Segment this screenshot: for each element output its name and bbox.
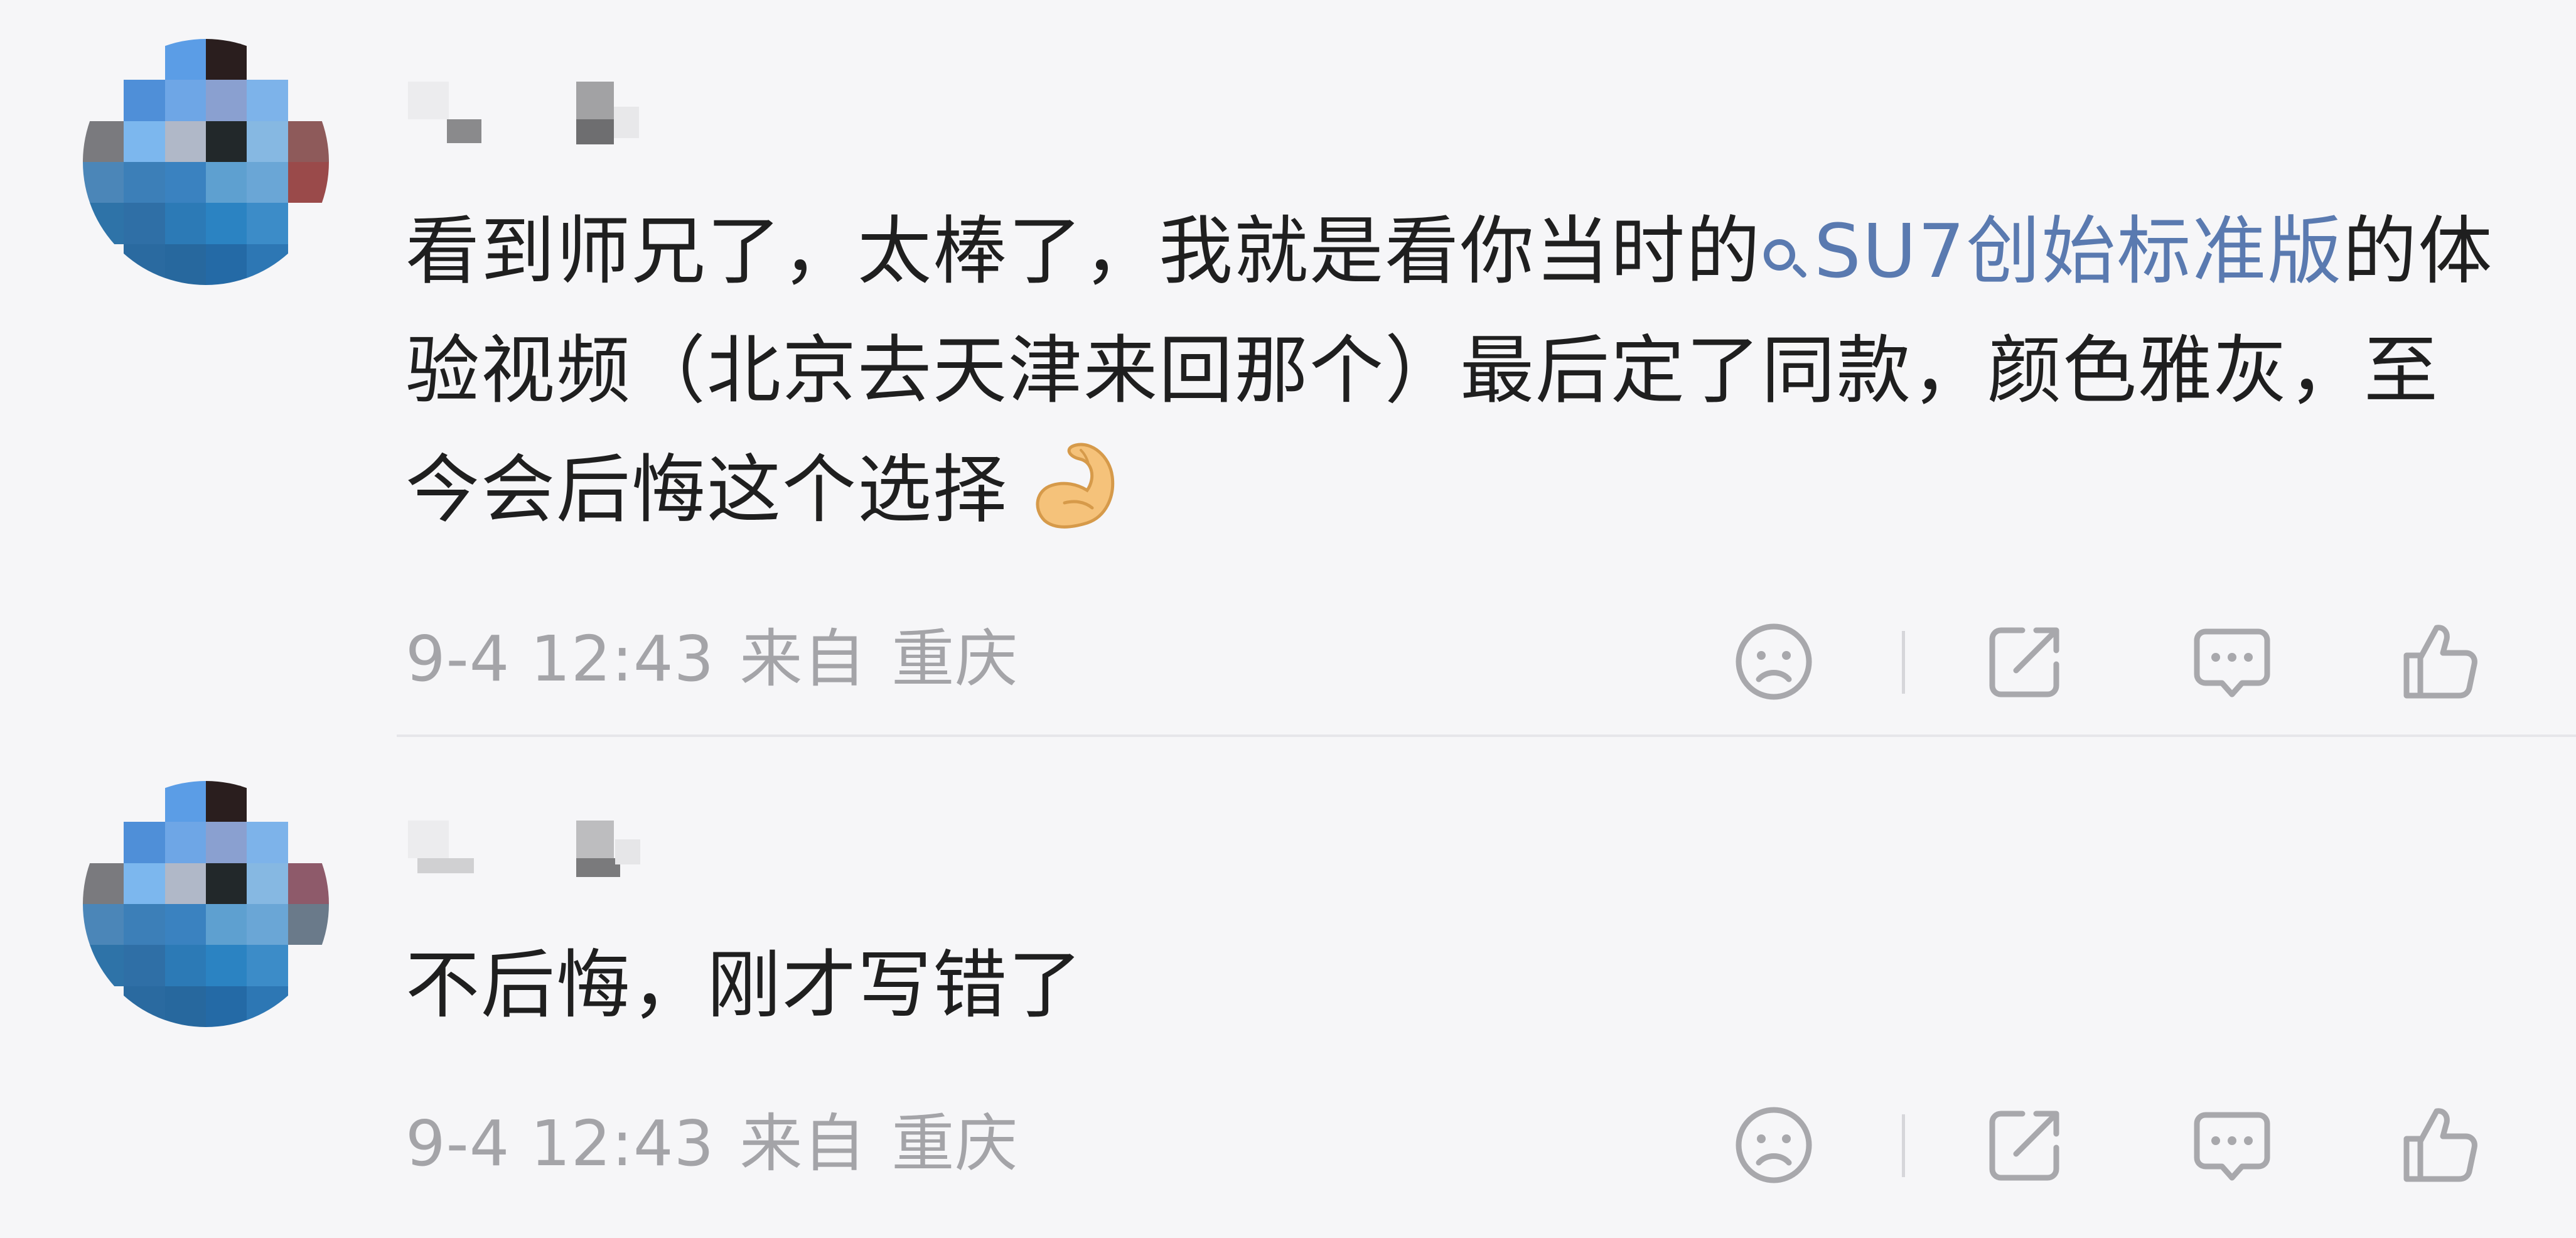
comment-text: 不后悔，刚才写错了 (405, 925, 2502, 1045)
dislike-button[interactable] (1732, 1104, 1815, 1187)
share-icon (1989, 1111, 2059, 1181)
flexed-biceps-icon (1036, 443, 1115, 529)
dislike-button[interactable] (1732, 620, 1815, 703)
comment-location: 重庆 (891, 1107, 1019, 1180)
comment-date: 9-4 12:43 (405, 1107, 715, 1180)
comment-icon (2194, 628, 2270, 697)
comment-text-part: 不后悔，刚才写错了 (405, 942, 1084, 1028)
like-icon (2403, 625, 2477, 699)
username-blurred[interactable] (408, 814, 672, 883)
comment-icon (2194, 1112, 2270, 1181)
reply-button[interactable] (2191, 620, 2273, 703)
topic-link[interactable]: SU7创始标准版 (1761, 208, 2343, 294)
share-button[interactable] (1983, 620, 2066, 703)
action-separator (1902, 1114, 1905, 1177)
avatar[interactable] (83, 39, 329, 285)
username-blurred[interactable] (408, 75, 672, 144)
comment-item: 不后悔，刚才写错了 9-4 12:43 来自 重庆 (0, 742, 2576, 1238)
comment-date: 9-4 12:43 (405, 622, 715, 696)
comment-meta: 9-4 12:43 来自 重庆 (405, 1106, 1043, 1181)
comment-actions (1732, 615, 2504, 709)
like-icon (2403, 1108, 2477, 1182)
action-separator (1902, 631, 1905, 694)
like-button[interactable] (2398, 620, 2481, 703)
comment-location: 重庆 (891, 622, 1019, 696)
share-icon (1989, 627, 2059, 697)
from-label: 来自 (739, 622, 867, 696)
search-icon (1761, 237, 1805, 281)
dislike-icon (1736, 1107, 1812, 1183)
from-label: 来自 (739, 1107, 867, 1180)
comment-text-part: 看到师兄了，太棒了，我就是看你当时的 (405, 208, 1762, 294)
comment-text: 看到师兄了，太棒了，我就是看你当时的 SU7创始标准版的体验视频（北京去天津来回那… (405, 191, 2502, 549)
topic-link-label: SU7创始标准版 (1814, 208, 2343, 294)
comment-actions (1732, 1099, 2504, 1193)
avatar[interactable] (83, 781, 329, 1027)
comment-divider (397, 735, 2576, 737)
comment-item: 看到师兄了，太棒了，我就是看你当时的 SU7创始标准版的体验视频（北京去天津来回那… (0, 0, 2576, 728)
like-button[interactable] (2398, 1104, 2481, 1187)
comment-meta: 9-4 12:43 来自 重庆 (405, 622, 1043, 697)
dislike-icon (1736, 623, 1812, 700)
share-button[interactable] (1983, 1104, 2066, 1187)
reply-button[interactable] (2191, 1104, 2273, 1187)
